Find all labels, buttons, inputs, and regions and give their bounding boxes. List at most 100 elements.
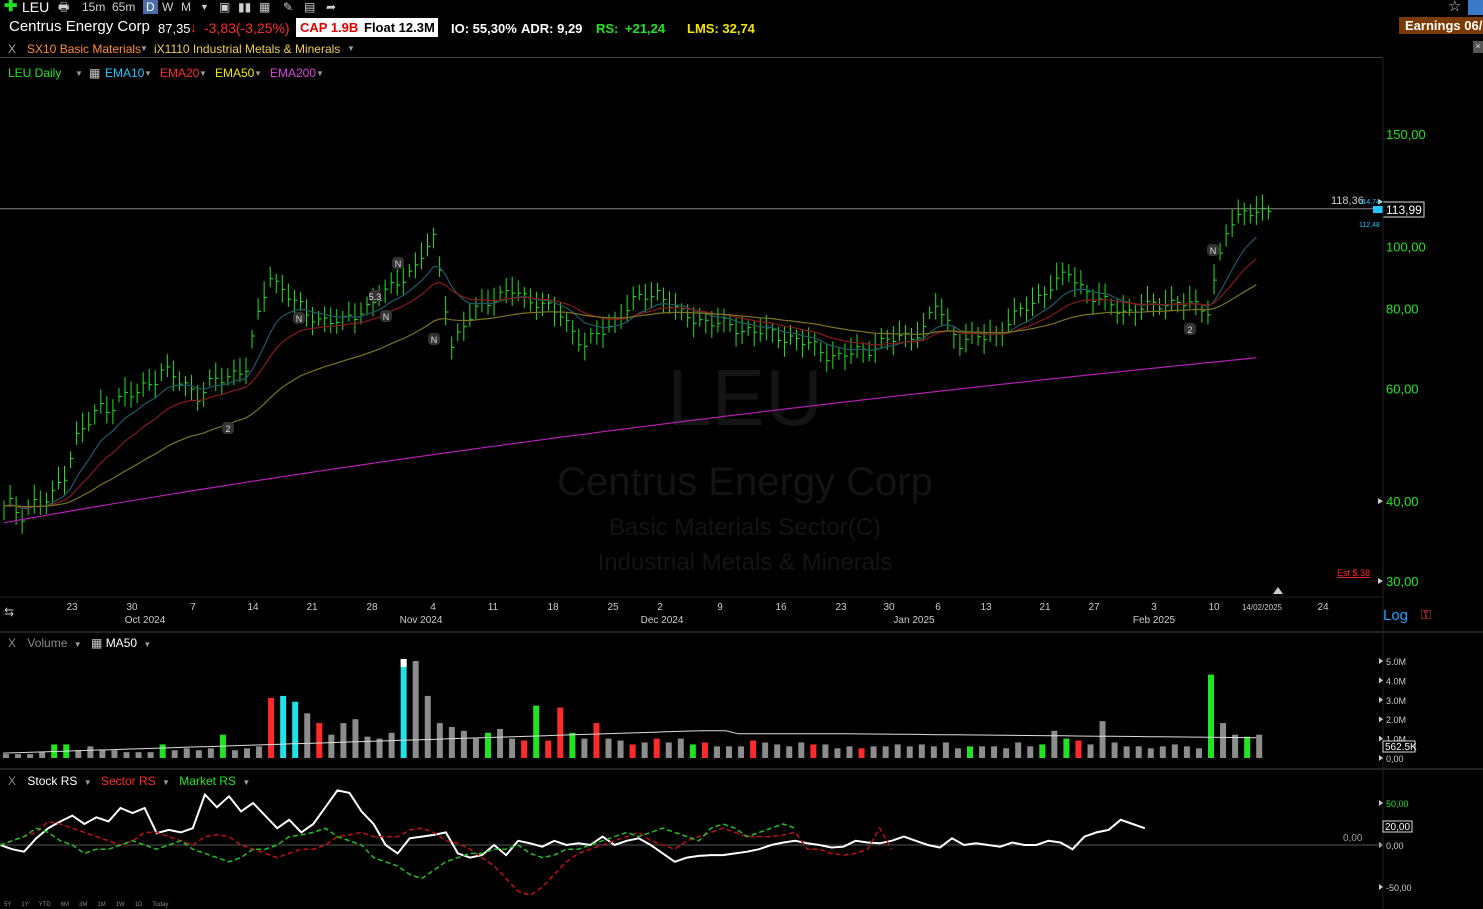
volume-tick-arrow [1379,677,1383,684]
volume-bar [1256,734,1263,758]
log-scale-toggle[interactable]: Log [1383,607,1408,624]
volume-bar [27,754,34,758]
range-today[interactable]: Today [152,902,168,908]
watermark-symbol: LEU [667,353,823,442]
volume-bar [617,740,624,758]
x-tick: 13 [980,602,992,613]
volume-bar [207,748,214,758]
x-tick: 23 [66,602,78,613]
volume-bar [665,742,672,758]
volume-bar [774,744,781,758]
watermark-company: Centrus Energy Corp [557,460,933,504]
volume-bar [424,695,431,758]
chart-marker: N [293,312,305,324]
volume-bar [1003,748,1010,758]
volume-bar [1099,721,1106,758]
volume-bar [1039,744,1046,758]
ma50-dropdown-icon[interactable]: ▼ [143,640,151,649]
volume-bar [798,742,805,758]
market-rs-dropdown-icon[interactable]: ▼ [242,778,250,787]
volume-close-icon[interactable]: X [8,636,16,650]
x-month: Dec 2024 [641,615,684,626]
range-1w[interactable]: 1W [116,902,125,908]
watermark-sector: Basic Materials Sector(C) [609,514,881,541]
volume-bar [3,754,9,758]
volume-tick-arrow [1379,696,1383,703]
volume-bar [834,748,841,758]
marker-label: 2 [1187,325,1192,335]
chart-marker: N [392,257,404,269]
sector-rs-dropdown-icon[interactable]: ▼ [162,778,170,787]
volume-tick-arrow [1379,735,1383,742]
volume-dropdown-icon[interactable]: ▼ [74,640,82,649]
rs-close-icon[interactable]: X [8,774,16,788]
volume-bar [967,746,973,758]
sector-rs-label[interactable]: Sector RS [101,774,156,788]
volume-legend: X Volume ▼ ▦ MA50 ▼ [8,636,157,650]
volume-bar [497,728,504,758]
volume-bar [1111,742,1118,758]
stock-chart[interactable]: LEU Centrus Energy Corp Basic Materials Se… [0,0,1483,909]
x-tick: 25 [607,602,619,613]
volume-bar [509,738,516,758]
volume-bar [75,750,82,758]
rs-tick-arrow [1379,800,1383,806]
range-1d[interactable]: 1D [135,902,143,908]
range-buttons: 5Y 1Y YTD 6M 3M 1M 1W 1D Today [4,902,178,908]
x-tick: 9 [717,602,723,613]
volume-bar [352,719,359,758]
price-tick: 80,00 [1386,302,1419,317]
volume-bar [1220,723,1227,758]
volume-bar [786,746,793,758]
volume-bar [111,750,118,758]
volume-label[interactable]: Volume [27,636,67,650]
x-tick: 14/02/2025 [1242,603,1283,612]
stock-rs-dropdown-icon[interactable]: ▼ [84,778,92,787]
volume-bar [1232,734,1239,758]
marker-label: N [395,259,402,269]
volume-bar [1195,748,1202,758]
marker-label: N [383,312,390,322]
market-rs-label[interactable]: Market RS [179,774,236,788]
volume-bar [569,732,576,758]
volume-bar [930,746,937,758]
x-tick: 27 [1088,602,1100,613]
volume-bar [605,738,612,758]
volume-bar [1123,746,1130,758]
price-tick: 30,00 [1386,574,1419,589]
price-tick: 60,00 [1386,381,1419,396]
chart-marker: N [1207,244,1219,256]
volume-bar [1063,738,1070,758]
volume-bar [918,744,925,758]
x-month: Jan 2025 [893,615,935,626]
x-month: Nov 2024 [400,615,443,626]
marker-label: 5.3 [369,292,382,302]
price-tick: 40,00 [1386,494,1419,509]
watermark-industry: Industrial Metals & Minerals [598,549,893,576]
volume-bar [1015,742,1022,758]
marker-label: N [1210,246,1217,256]
range-1y[interactable]: 1Y [21,902,28,908]
ma50-label[interactable]: MA50 [106,636,137,650]
x-tick: 4 [430,602,436,613]
volume-bar [521,740,528,758]
volume-tick: 3.0M [1386,696,1406,706]
range-6m[interactable]: 6M [61,902,69,908]
volume-bar [750,740,757,758]
price-tick-arrow [1378,578,1383,584]
range-1m[interactable]: 1M [97,902,105,908]
volume-bars [3,659,1263,758]
volume-bar [159,744,166,758]
volume-bar [195,750,202,758]
price-tick: 150,00 [1386,127,1426,142]
x-month: Feb 2025 [1133,615,1176,626]
volume-bar [1183,746,1190,758]
range-3m[interactable]: 3M [79,902,87,908]
range-5y[interactable]: 5Y [4,902,11,908]
volume-bar [183,748,190,758]
volume-bar [894,744,901,758]
stock-rs-label[interactable]: Stock RS [27,774,77,788]
range-ytd[interactable]: YTD [39,902,51,908]
volume-bar [906,746,913,758]
x-tick: 3 [1151,602,1157,613]
